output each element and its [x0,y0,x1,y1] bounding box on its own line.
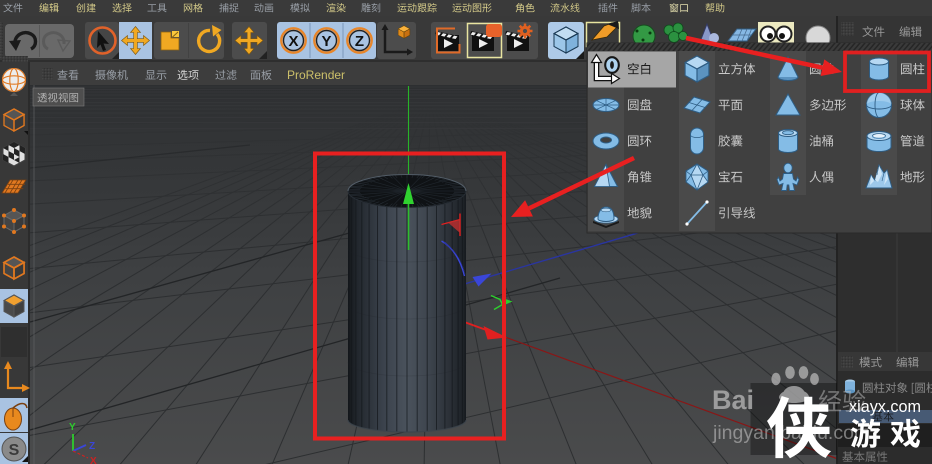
svg-text:X: X [288,33,298,50]
svg-text:Z: Z [89,441,95,452]
svg-text:Z: Z [355,33,364,50]
svg-text:X: X [90,456,97,464]
svg-text:Y: Y [69,422,76,433]
svg-text:ProRender: ProRender [287,68,345,82]
svg-text:Bai: Bai [712,385,754,415]
svg-text:xiayx.com: xiayx.com [849,398,921,416]
svg-text:Y: Y [321,33,331,50]
svg-text:S: S [9,442,20,459]
